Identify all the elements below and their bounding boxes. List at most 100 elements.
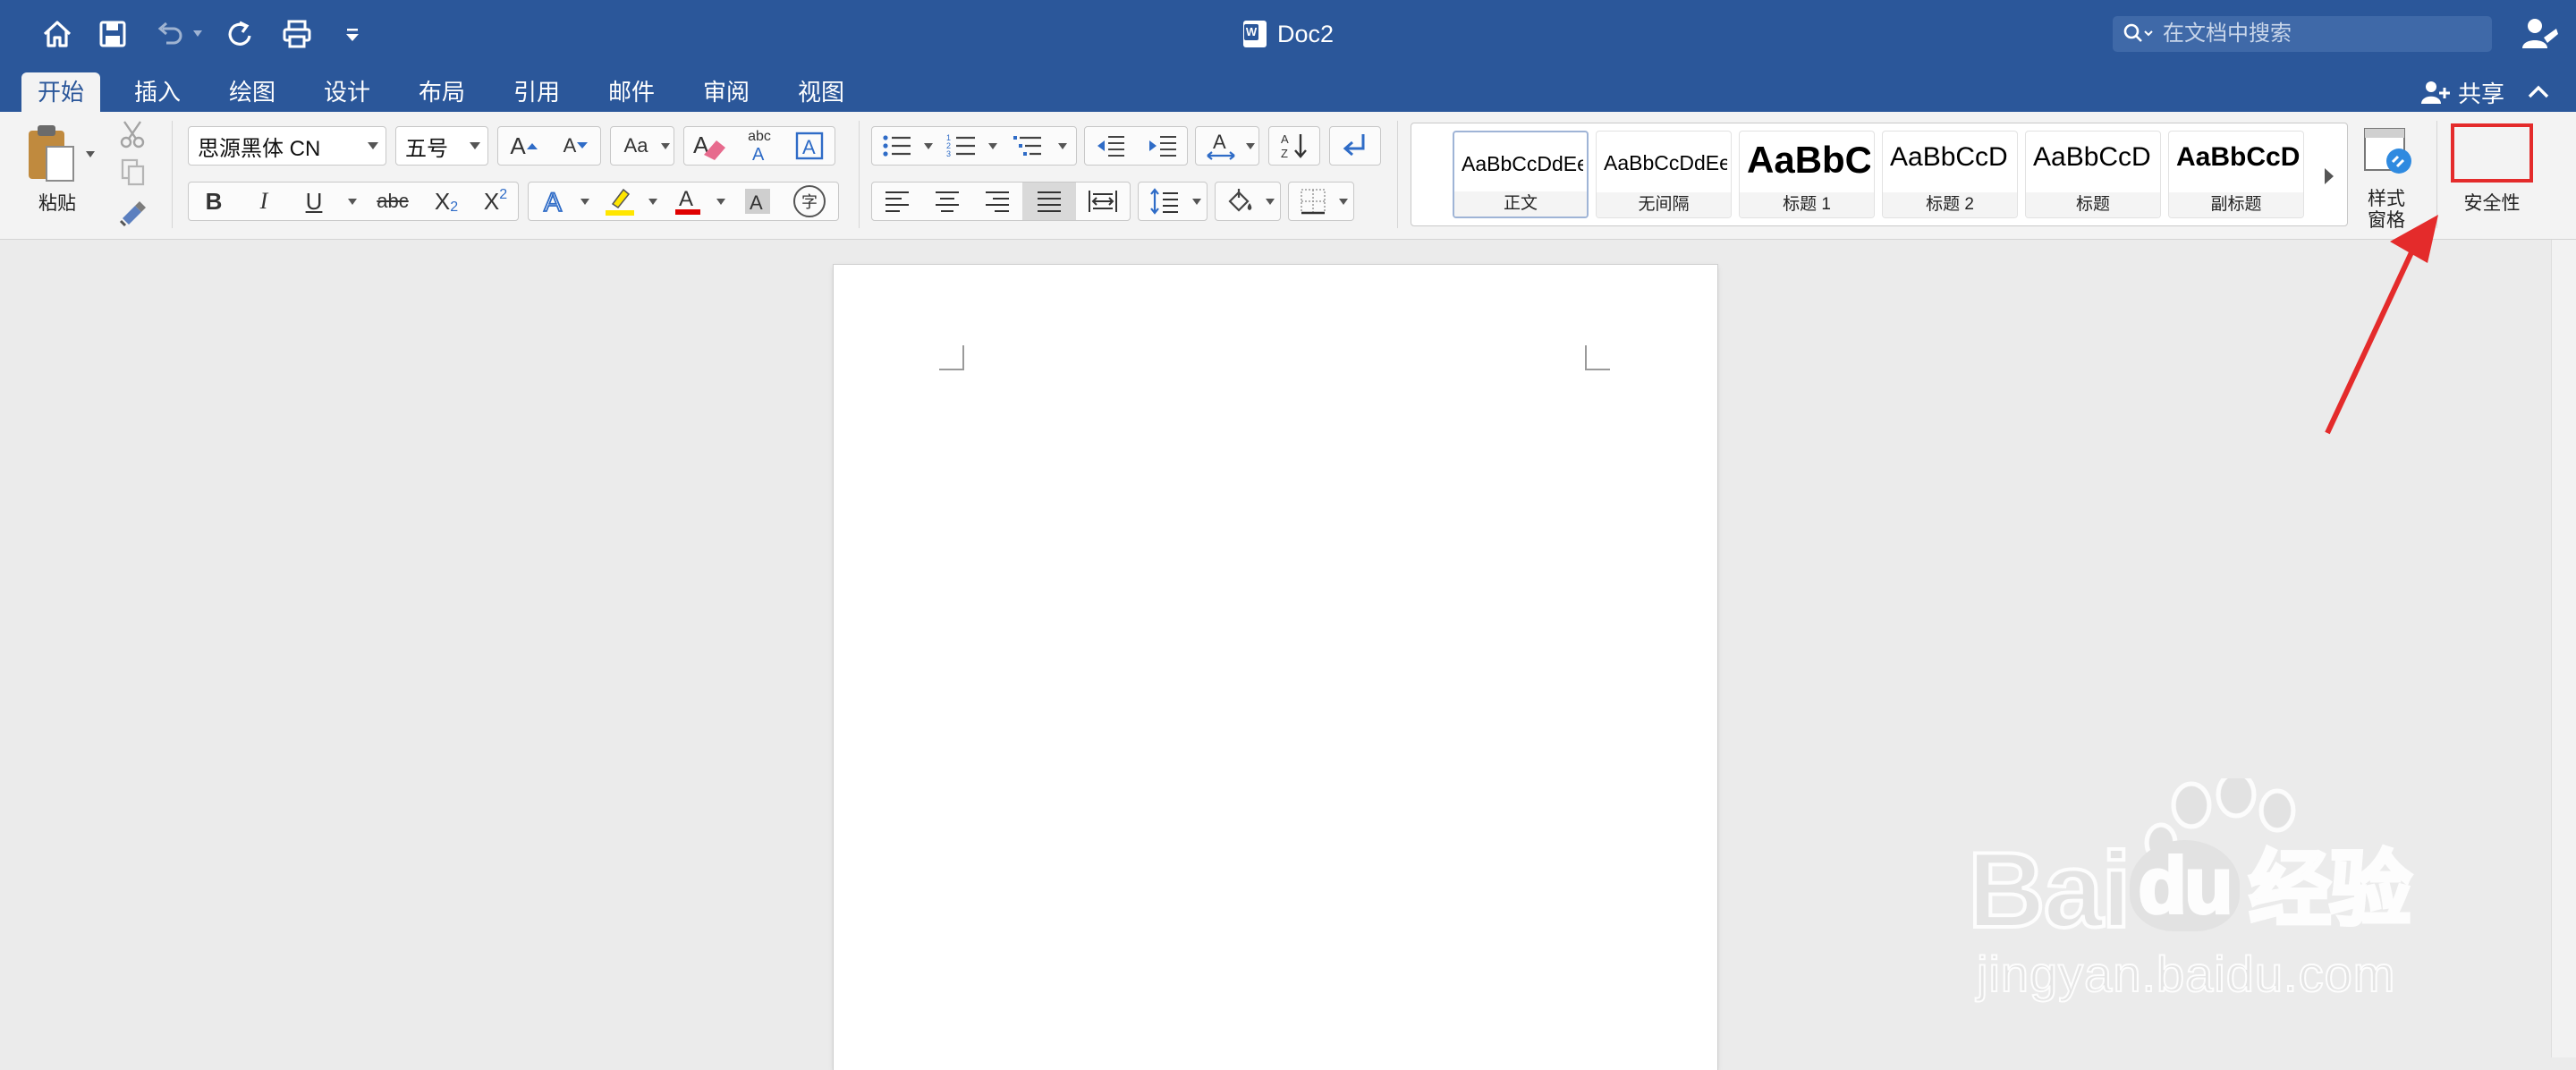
line-spacing-button[interactable] — [1138, 182, 1208, 221]
tab-insert[interactable]: 插入 — [118, 72, 197, 112]
decrease-indent-icon — [1097, 136, 1124, 157]
chevron-down-icon — [1266, 199, 1275, 205]
font-style-group: B I U abc X2 X2 — [188, 182, 519, 221]
customize-toolbar-icon[interactable] — [331, 13, 374, 55]
cut-icon[interactable] — [114, 117, 150, 151]
highlighter-icon — [606, 188, 634, 216]
text-effects-button[interactable]: A — [529, 183, 579, 220]
align-left-button[interactable] — [872, 183, 922, 220]
multilevel-list-button[interactable] — [1003, 127, 1053, 165]
align-right-button[interactable] — [972, 183, 1022, 220]
style-title[interactable]: AaBbCcD 标题 — [2025, 131, 2161, 218]
styles-pane-button[interactable] — [2358, 121, 2415, 180]
account-icon[interactable] — [2521, 14, 2560, 54]
change-case-button[interactable]: Aa — [610, 126, 674, 166]
vertical-scrollbar[interactable] — [2551, 240, 2576, 1057]
format-painter-icon[interactable] — [114, 196, 150, 230]
clear-formatting-button[interactable]: A — [684, 127, 734, 165]
tab-home[interactable]: 开始 — [21, 72, 101, 112]
justify-button[interactable] — [1022, 183, 1076, 220]
copy-icon[interactable] — [114, 155, 150, 189]
search-box[interactable] — [2113, 16, 2492, 52]
print-icon[interactable] — [275, 13, 318, 55]
phonetic-button[interactable]: abc A — [734, 127, 784, 165]
shading-button[interactable] — [1215, 182, 1281, 221]
chevron-down-icon[interactable] — [1058, 143, 1067, 149]
numbering-button[interactable]: 123 — [936, 127, 987, 165]
decrease-indent-button[interactable] — [1085, 127, 1137, 165]
list-group: 123 — [871, 126, 1077, 166]
chevron-down-icon[interactable] — [580, 199, 589, 205]
style-name: 副标题 — [2169, 192, 2303, 217]
text-box-button[interactable]: A — [784, 127, 835, 165]
tab-review[interactable]: 审阅 — [687, 72, 766, 112]
chevron-down-icon[interactable] — [988, 143, 997, 149]
add-person-icon — [2421, 81, 2450, 104]
share-button[interactable]: 共享 — [2420, 72, 2504, 112]
font-name-combo[interactable]: 思源黑体 CN — [188, 126, 386, 166]
align-center-button[interactable] — [922, 183, 972, 220]
tab-references[interactable]: 引用 — [497, 72, 576, 112]
bullets-button[interactable] — [872, 127, 922, 165]
clear-format-group: A abc A A — [683, 126, 835, 166]
chevron-down-icon — [368, 142, 378, 149]
tab-mailings[interactable]: 邮件 — [592, 72, 671, 112]
style-name: 标题 — [2026, 192, 2160, 217]
sort-button[interactable]: AZ — [1268, 126, 1320, 166]
style-no-spacing[interactable]: AaBbCcDdEe 无间隔 — [1596, 131, 1732, 218]
style-heading-1[interactable]: AaBbC 标题 1 — [1739, 131, 1875, 218]
superscript-x: X — [483, 187, 500, 215]
font-color-button[interactable]: A — [663, 183, 713, 220]
security-label[interactable]: 安全性 — [2449, 189, 2535, 216]
svg-text:A: A — [1213, 131, 1226, 153]
tab-draw[interactable]: 绘图 — [213, 72, 292, 112]
style-normal[interactable]: AaBbCcDdEe 正文 — [1453, 131, 1589, 218]
home-icon[interactable] — [36, 13, 79, 55]
subscript-button[interactable]: X2 — [421, 183, 471, 220]
underline-dropdown-icon[interactable] — [348, 199, 357, 205]
sort-az-icon: AZ — [1281, 132, 1307, 160]
grow-font-glyph: A — [510, 132, 526, 159]
shrink-font-button[interactable]: A — [550, 127, 602, 165]
increase-indent-button[interactable] — [1137, 127, 1189, 165]
superscript-button[interactable]: X2 — [471, 183, 520, 220]
collapse-ribbon-icon[interactable] — [2522, 76, 2555, 108]
show-formatting-button[interactable] — [1329, 126, 1381, 166]
undo-dropdown-icon[interactable] — [193, 30, 202, 37]
font-size-combo[interactable]: 五号 — [395, 126, 488, 166]
paste-dropdown-icon[interactable] — [86, 151, 95, 157]
divider — [859, 121, 860, 228]
redo-icon[interactable] — [218, 13, 261, 55]
underline-button[interactable]: U — [289, 183, 339, 220]
phonetic-guide-button[interactable]: 字 — [783, 183, 836, 220]
distributed-button[interactable] — [1076, 183, 1130, 220]
chevron-down-icon[interactable] — [924, 143, 933, 149]
tab-layout[interactable]: 布局 — [402, 72, 481, 112]
style-heading-2[interactable]: AaBbCcD 标题 2 — [1882, 131, 2018, 218]
tab-design[interactable]: 设计 — [308, 72, 386, 112]
font-color-group: A A A 字 — [528, 182, 839, 221]
undo-icon[interactable] — [148, 13, 191, 55]
borders-button[interactable] — [1288, 182, 1354, 221]
chevron-down-icon[interactable] — [648, 199, 657, 205]
save-icon[interactable] — [91, 13, 134, 55]
chevron-down-icon — [1339, 199, 1348, 205]
text-a-icon: A — [752, 145, 765, 162]
chevron-down-icon[interactable] — [716, 199, 725, 205]
bold-button[interactable]: B — [189, 183, 239, 220]
sort-glyph: AZ — [1269, 127, 1319, 165]
document-page[interactable] — [834, 265, 1717, 1070]
italic-button[interactable]: I — [239, 183, 289, 220]
style-subtitle[interactable]: AaBbCcD 副标题 — [2168, 131, 2304, 218]
character-shading-button[interactable]: A — [733, 183, 783, 220]
highlight-button[interactable] — [595, 183, 645, 220]
chevron-down-icon — [661, 143, 670, 149]
strikethrough-button[interactable]: abc — [364, 183, 421, 220]
gallery-next-icon[interactable] — [2322, 166, 2336, 186]
text-direction-button[interactable]: A — [1195, 126, 1259, 166]
paste-button[interactable] — [20, 119, 82, 187]
grow-font-button[interactable]: A — [498, 127, 550, 165]
search-input[interactable] — [2161, 21, 2469, 47]
tab-view[interactable]: 视图 — [782, 72, 860, 112]
search-icon[interactable] — [2122, 21, 2161, 47]
